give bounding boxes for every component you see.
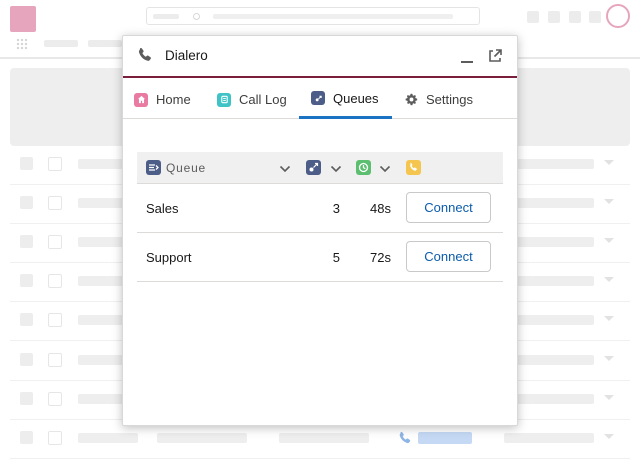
nav-item-placeholder[interactable] — [88, 40, 122, 47]
cell-placeholder — [78, 433, 138, 443]
help-icon[interactable] — [569, 11, 581, 23]
agents-count: 3 — [332, 201, 340, 216]
chevron-down-icon[interactable] — [379, 162, 391, 174]
search-text-placeholder — [213, 14, 453, 19]
row-select-placeholder[interactable] — [48, 353, 62, 367]
tab-settings-label: Settings — [426, 92, 473, 107]
add-icon[interactable] — [548, 11, 560, 23]
search-icon — [193, 13, 200, 20]
gear-icon — [404, 93, 418, 107]
global-search-input[interactable] — [146, 7, 480, 25]
phone-icon[interactable] — [398, 431, 412, 445]
cell-placeholder — [157, 433, 247, 443]
row-select-placeholder[interactable] — [48, 392, 62, 406]
row-checkbox-placeholder[interactable] — [20, 196, 33, 209]
row-actions-chevron-icon[interactable] — [604, 395, 614, 400]
row-actions-chevron-icon[interactable] — [604, 199, 614, 204]
phone-icon — [406, 160, 421, 175]
phone-link-placeholder[interactable] — [418, 432, 472, 444]
row-checkbox-placeholder[interactable] — [20, 353, 33, 366]
favorites-icon[interactable] — [527, 11, 539, 23]
row-checkbox-placeholder[interactable] — [20, 431, 33, 444]
row-actions-chevron-icon[interactable] — [604, 238, 614, 243]
nav-item-placeholder[interactable] — [44, 40, 78, 47]
tab-call-log[interactable]: Call Log — [217, 80, 287, 119]
row-checkbox-placeholder[interactable] — [20, 157, 33, 170]
row-select-placeholder[interactable] — [48, 196, 62, 210]
minimize-button[interactable] — [459, 48, 475, 64]
dialer-popup: Dialero Home Call Log Queues Settings Qu… — [122, 35, 518, 426]
row-checkbox-placeholder[interactable] — [20, 313, 33, 326]
timer-icon — [356, 160, 371, 175]
notifications-icon[interactable] — [589, 11, 601, 23]
agents-icon — [306, 160, 321, 175]
queue-row-support: Support 5 72s Connect — [137, 233, 503, 282]
wait-time: 48s — [370, 201, 391, 216]
cell-placeholder — [504, 433, 594, 443]
call-log-icon — [217, 92, 231, 107]
tab-call-log-label: Call Log — [239, 92, 287, 107]
connect-button[interactable]: Connect — [406, 241, 491, 272]
user-avatar[interactable] — [606, 4, 630, 28]
tab-settings[interactable]: Settings — [404, 80, 473, 119]
app-top-bar — [0, 0, 640, 34]
row-actions-chevron-icon[interactable] — [604, 434, 614, 439]
row-select-placeholder[interactable] — [48, 157, 62, 171]
dialer-header: Dialero — [123, 36, 517, 78]
queue-icon — [146, 160, 161, 175]
queue-table: Queue Sales 3 48s Connect Support 5 72s … — [137, 152, 503, 282]
wait-time: 72s — [370, 250, 391, 265]
queue-column-header: Queue — [166, 161, 207, 175]
row-actions-chevron-icon[interactable] — [604, 356, 614, 361]
row-select-placeholder[interactable] — [48, 313, 62, 327]
dialer-tabs: Home Call Log Queues Settings — [123, 80, 517, 119]
search-scope-placeholder — [153, 14, 179, 19]
tab-home-label: Home — [156, 92, 191, 107]
queue-name: Support — [146, 250, 192, 265]
chevron-down-icon[interactable] — [279, 162, 291, 174]
row-checkbox-placeholder[interactable] — [20, 235, 33, 248]
home-icon — [134, 92, 148, 107]
row-select-placeholder[interactable] — [48, 274, 62, 288]
cell-placeholder — [279, 433, 369, 443]
queue-row-sales: Sales 3 48s Connect — [137, 184, 503, 233]
row-checkbox-placeholder[interactable] — [20, 274, 33, 287]
connect-button[interactable]: Connect — [406, 192, 491, 223]
phone-icon — [137, 47, 153, 63]
queue-table-header: Queue — [137, 152, 503, 184]
app-launcher-icon[interactable] — [16, 38, 28, 50]
queues-icon — [311, 91, 325, 105]
tab-home[interactable]: Home — [134, 80, 191, 119]
tab-queues[interactable]: Queues — [299, 80, 392, 119]
row-actions-chevron-icon[interactable] — [604, 277, 614, 282]
row-checkbox-placeholder[interactable] — [20, 392, 33, 405]
popout-button[interactable] — [487, 48, 503, 64]
queue-name: Sales — [146, 201, 179, 216]
row-actions-chevron-icon[interactable] — [604, 316, 614, 321]
row-select-placeholder[interactable] — [48, 235, 62, 249]
row-select-placeholder[interactable] — [48, 431, 62, 445]
app-logo[interactable] — [10, 6, 36, 32]
row-actions-chevron-icon[interactable] — [604, 160, 614, 165]
agents-count: 5 — [332, 250, 340, 265]
tab-queues-label: Queues — [333, 90, 379, 106]
dialer-title: Dialero — [165, 48, 208, 63]
chevron-down-icon[interactable] — [330, 162, 342, 174]
